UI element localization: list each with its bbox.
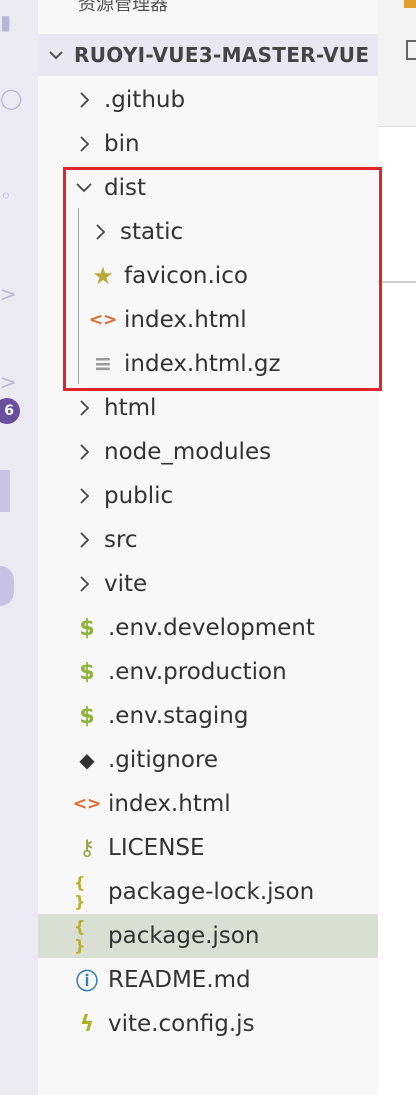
- tree-folder[interactable]: vite: [38, 562, 378, 606]
- tree-folder[interactable]: src: [38, 518, 378, 562]
- tree-item-label: .env.production: [108, 659, 287, 685]
- tree-item-label: vite: [104, 571, 148, 597]
- dollar-icon: $: [79, 703, 95, 729]
- explorer-title: 资源管理器: [78, 0, 168, 15]
- editor-divider: [378, 281, 416, 283]
- tree-item-label: .env.development: [108, 615, 315, 641]
- tree-item-label: node_modules: [104, 439, 272, 465]
- tree-file[interactable]: ★ favicon.ico: [38, 254, 378, 298]
- tree-file[interactable]: $ .env.production: [38, 650, 378, 694]
- dollar-icon: $: [79, 615, 95, 641]
- html-code-icon: <>: [72, 794, 102, 814]
- tree-file[interactable]: { } package-lock.json: [38, 870, 378, 914]
- info-icon: ⓘ: [75, 970, 98, 995]
- tree-file[interactable]: { } package.json: [38, 914, 378, 958]
- chevron-down-icon: [74, 178, 94, 198]
- vite-bolt-icon: ϟ: [79, 1011, 95, 1037]
- tree-file[interactable]: <> index.html: [38, 782, 378, 826]
- file-tree: .github bin dist static ★ favicon.ico <> index.…: [38, 78, 378, 1046]
- tree-folder[interactable]: node_modules: [38, 430, 378, 474]
- tree-folder[interactable]: html: [38, 386, 378, 430]
- tree-file[interactable]: ≡ index.html.gz: [38, 342, 378, 386]
- activity-account-icon[interactable]: [0, 566, 14, 606]
- activity-run-icon[interactable]: >: [0, 284, 17, 304]
- activity-debug-icon[interactable]: >: [0, 372, 17, 392]
- git-icon: ◆: [79, 748, 95, 772]
- tree-item-label: LICENSE: [108, 835, 205, 861]
- tree-folder[interactable]: bin: [38, 122, 378, 166]
- json-icon: { }: [74, 917, 86, 955]
- editor-tab-strip: [378, 0, 416, 127]
- chevron-right-icon: [74, 486, 94, 506]
- tree-item-label: html: [104, 395, 157, 421]
- tab-accent: [404, 0, 416, 8]
- file-icon[interactable]: [406, 40, 416, 60]
- vscode-window: ▮ ◯ ◦ > > 6 资源管理器 RUOYI-VUE3-MASTER-VUE …: [0, 0, 416, 1095]
- tree-item-label: package-lock.json: [108, 879, 315, 905]
- notification-badge: 6: [0, 398, 20, 424]
- tree-file[interactable]: $ .env.development: [38, 606, 378, 650]
- tree-item-label: README.md: [108, 967, 251, 993]
- chevron-right-icon: [74, 134, 94, 154]
- activity-extensions-icon[interactable]: [0, 470, 10, 512]
- chevron-right-icon: [90, 222, 110, 242]
- tree-item-label: public: [104, 483, 174, 509]
- tree-item-label: vite.config.js: [108, 1011, 255, 1037]
- tree-item-label: static: [120, 219, 184, 245]
- tree-file[interactable]: $ .env.staging: [38, 694, 378, 738]
- tree-file[interactable]: ⓘ README.md: [38, 958, 378, 1002]
- tree-folder[interactable]: .github: [38, 78, 378, 122]
- activity-search-icon[interactable]: ◯: [0, 88, 22, 108]
- tree-file[interactable]: ◆ .gitignore: [38, 738, 378, 782]
- chevron-right-icon: [74, 90, 94, 110]
- tree-folder[interactable]: dist: [38, 166, 378, 210]
- chevron-down-icon: [38, 49, 74, 61]
- text-file-icon: ≡: [93, 351, 113, 377]
- chevron-right-icon: [74, 530, 94, 550]
- tree-file[interactable]: <> index.html: [38, 298, 378, 342]
- star-icon: ★: [92, 262, 114, 290]
- tree-file[interactable]: ϟ vite.config.js: [38, 1002, 378, 1046]
- tree-folder[interactable]: static: [38, 210, 378, 254]
- dollar-icon: $: [79, 659, 95, 685]
- workspace-section-header[interactable]: RUOYI-VUE3-MASTER-VUE: [38, 34, 378, 76]
- tree-item-label: dist: [104, 175, 146, 201]
- workspace-title: RUOYI-VUE3-MASTER-VUE: [74, 43, 370, 67]
- tree-item-label: .env.staging: [108, 703, 249, 729]
- activity-bar: ▮ ◯ ◦ > > 6: [0, 0, 38, 1095]
- indent-guide: [78, 208, 79, 384]
- tree-item-label: .gitignore: [108, 747, 219, 773]
- activity-explorer-icon[interactable]: ▮: [0, 12, 14, 32]
- editor-area: [378, 0, 416, 1095]
- html-code-icon: <>: [88, 310, 118, 330]
- tree-folder[interactable]: public: [38, 474, 378, 518]
- activity-source-control-icon[interactable]: ◦: [0, 186, 14, 206]
- tree-item-label: index.html: [124, 307, 247, 333]
- chevron-right-icon: [74, 398, 94, 418]
- tree-item-label: package.json: [108, 923, 260, 949]
- explorer-sidebar: 资源管理器 RUOYI-VUE3-MASTER-VUE .github bin di…: [38, 0, 378, 1095]
- json-icon: { }: [74, 873, 86, 911]
- tree-item-label: index.html.gz: [124, 351, 281, 377]
- chevron-right-icon: [74, 574, 94, 594]
- tree-item-label: bin: [104, 131, 140, 157]
- tree-item-label: index.html: [108, 791, 231, 817]
- tree-item-label: favicon.ico: [124, 263, 248, 289]
- license-icon: ⚷: [78, 835, 96, 861]
- chevron-right-icon: [74, 442, 94, 462]
- tree-item-label: .github: [104, 87, 186, 113]
- tree-file[interactable]: ⚷ LICENSE: [38, 826, 378, 870]
- tree-item-label: src: [104, 527, 138, 553]
